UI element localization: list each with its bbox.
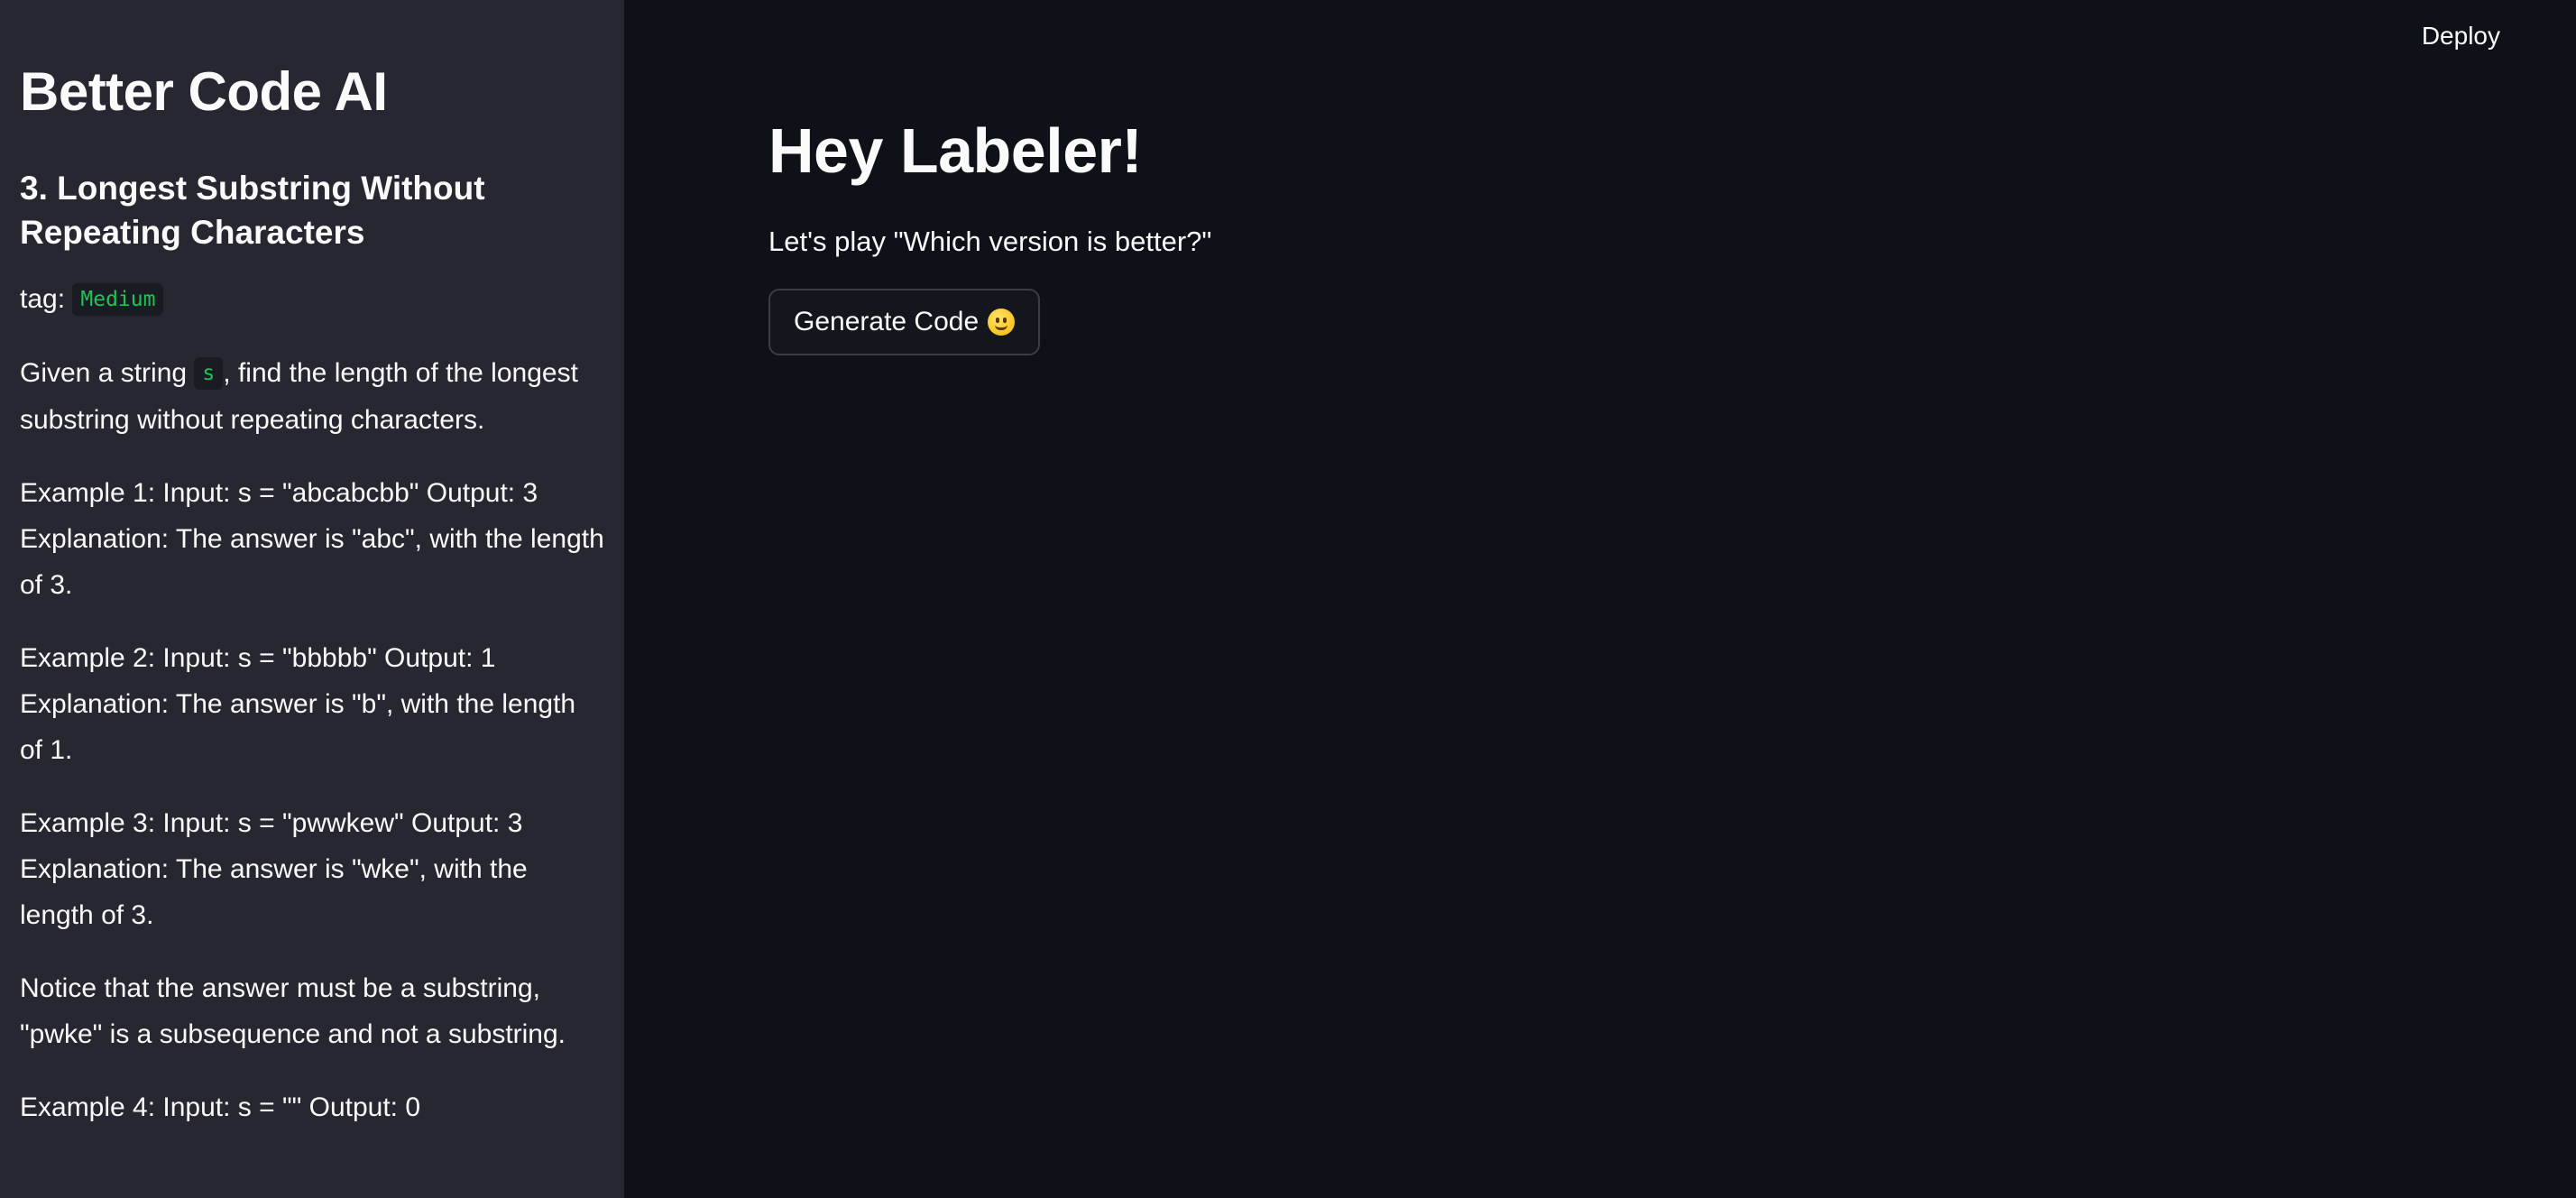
main-body: Hey Labeler! Let's play "Which version i… — [768, 108, 1211, 355]
example-1: Example 1: Input: s = "abcabcbb" Output:… — [20, 478, 604, 600]
page-subtitle: Let's play "Which version is better?" — [768, 226, 1212, 257]
example-3: Example 3: Input: s = "pwwkew" Output: 3… — [20, 808, 528, 930]
generate-code-button[interactable]: Generate Code — [768, 289, 1041, 355]
deploy-button[interactable]: Deploy — [2422, 22, 2500, 51]
page-title: Hey Labeler! — [768, 115, 1143, 186]
main-content: Deploy Hey Labeler! Let's play "Which ve… — [624, 0, 2576, 1198]
problem-title: 3. Longest Substring Without Repeating C… — [20, 170, 485, 251]
example-2: Example 2: Input: s = "bbbbb" Output: 1 … — [20, 643, 576, 765]
description-code: s — [194, 357, 224, 390]
example-4: Example 4: Input: s = "" Output: 0 — [20, 1092, 421, 1122]
problem-description: Given a string s, find the length of the… — [20, 350, 604, 443]
substring-note: Notice that the answer must be a substri… — [20, 973, 566, 1049]
smiling-face-icon — [988, 309, 1016, 336]
app-window: Better Code AI 3. Longest Substring With… — [0, 0, 2576, 1198]
difficulty-tag: Medium — [72, 283, 164, 316]
sidebar: Better Code AI 3. Longest Substring With… — [0, 0, 624, 1198]
description-pre: Given a string — [20, 358, 195, 388]
tag-label: tag: — [20, 284, 66, 314]
generate-code-label: Generate Code — [794, 307, 980, 336]
app-title: Better Code AI — [20, 61, 388, 122]
tag-line: tag: Medium — [20, 276, 604, 323]
